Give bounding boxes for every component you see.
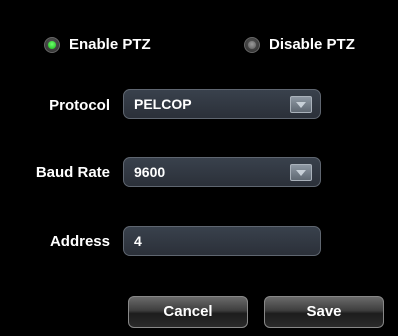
address-input[interactable]: 4 bbox=[123, 226, 321, 256]
disable-ptz-option[interactable]: Disable PTZ bbox=[244, 36, 355, 53]
baud-rate-label: Baud Rate bbox=[35, 164, 110, 181]
protocol-value: PELCOP bbox=[134, 96, 192, 112]
protocol-select[interactable]: PELCOP bbox=[123, 89, 321, 119]
protocol-label: Protocol bbox=[49, 97, 110, 114]
disable-ptz-radio[interactable] bbox=[244, 36, 260, 53]
cancel-button[interactable]: Cancel bbox=[128, 296, 248, 328]
save-button[interactable]: Save bbox=[264, 296, 384, 328]
protocol-dropdown-arrow-icon[interactable] bbox=[290, 96, 312, 113]
disable-ptz-label: Disable PTZ bbox=[269, 36, 355, 53]
address-value: 4 bbox=[134, 233, 142, 249]
baud-rate-select[interactable]: 9600 bbox=[123, 157, 321, 187]
enable-ptz-option[interactable]: Enable PTZ bbox=[44, 36, 151, 53]
enable-ptz-radio[interactable] bbox=[44, 36, 60, 53]
baud-rate-dropdown-arrow-icon[interactable] bbox=[290, 164, 312, 181]
enable-ptz-label: Enable PTZ bbox=[69, 36, 151, 53]
address-label: Address bbox=[49, 233, 110, 250]
baud-rate-value: 9600 bbox=[134, 164, 166, 180]
